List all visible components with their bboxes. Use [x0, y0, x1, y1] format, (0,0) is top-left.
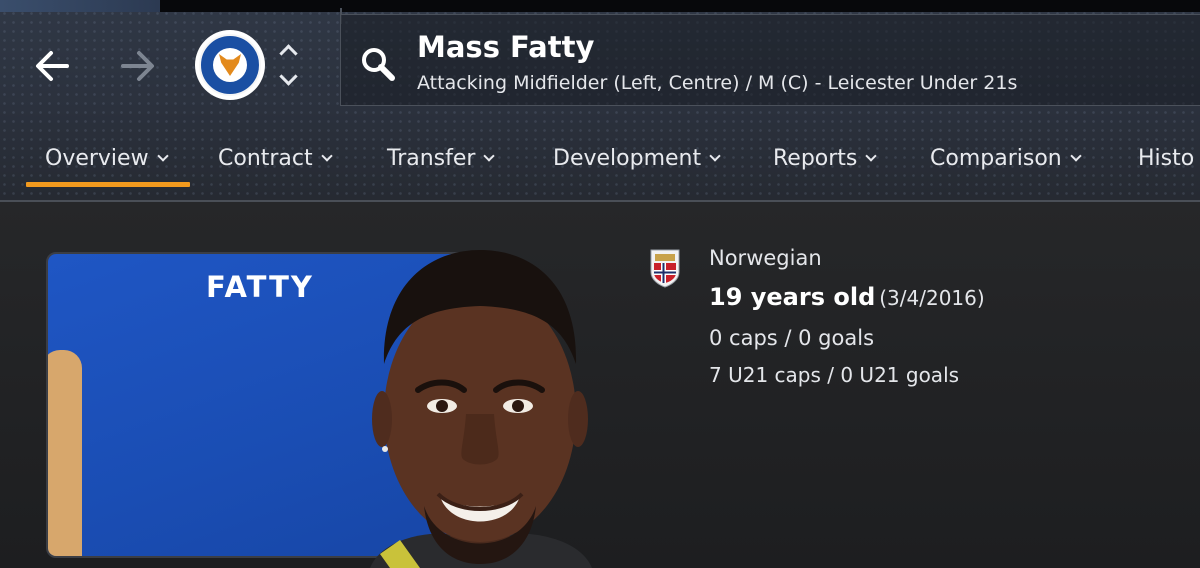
nationality: Norwegian — [709, 246, 822, 270]
tab-label: Transfer — [387, 145, 476, 171]
top-strip — [160, 0, 1200, 12]
club-badge[interactable] — [195, 30, 265, 100]
player-profile-page: Mass Fatty Attacking Midfielder (Left, C… — [0, 0, 1200, 568]
player-portrait — [370, 250, 592, 568]
chevron-down-icon[interactable] — [278, 67, 298, 86]
norway-flag-icon — [650, 249, 680, 288]
tab-contract[interactable]: Contract — [218, 138, 333, 178]
tab-reports[interactable]: Reports — [773, 138, 878, 178]
top-strip-accent — [0, 0, 160, 12]
chevron-up-icon[interactable] — [278, 44, 298, 63]
arrow-left-icon — [36, 51, 69, 81]
chevron-down-icon — [1070, 150, 1082, 162]
tab-transfer[interactable]: Transfer — [387, 138, 496, 178]
active-tab-indicator — [26, 182, 190, 187]
forward-button[interactable] — [116, 44, 160, 88]
club-switcher[interactable] — [276, 42, 300, 88]
player-name: Mass Fatty — [417, 30, 595, 64]
player-position-club: Attacking Midfielder (Left, Centre) / M … — [417, 72, 1018, 94]
u21-caps: 7 U21 caps / 0 U21 goals — [709, 363, 960, 387]
tab-bar: Overview Contract Transfer Development R… — [0, 138, 1200, 184]
tab-history[interactable]: Histo — [1138, 138, 1194, 178]
arrow-right-icon — [121, 51, 154, 81]
chevron-down-icon — [709, 150, 721, 162]
date-of-birth: (3/4/2016) — [879, 286, 985, 310]
tab-label: Development — [553, 145, 702, 171]
chevron-down-icon — [156, 150, 169, 162]
fox-icon-holder — [213, 48, 247, 82]
player-age: 19 years old — [709, 283, 876, 311]
back-button[interactable] — [30, 44, 74, 88]
tab-overview[interactable]: Overview — [45, 138, 169, 178]
tab-label: Comparison — [930, 145, 1062, 171]
senior-caps: 0 caps / 0 goals — [709, 326, 875, 350]
search-icon[interactable] — [358, 44, 398, 84]
fox-icon — [219, 54, 241, 76]
tab-label: Reports — [773, 145, 858, 171]
age-line: 19 years old (3/4/2016) — [709, 283, 985, 311]
chevron-down-icon — [320, 150, 333, 162]
tab-label: Histo — [1138, 145, 1195, 171]
chevron-down-icon — [865, 150, 878, 162]
tab-label: Overview — [45, 145, 149, 171]
tab-label: Contract — [218, 145, 313, 171]
kit-arm — [48, 350, 82, 556]
kit-name: FATTY — [206, 270, 314, 304]
chevron-down-icon — [483, 150, 496, 162]
tab-comparison[interactable]: Comparison — [930, 138, 1082, 178]
club-badge-ring — [199, 34, 261, 96]
tab-development[interactable]: Development — [553, 138, 721, 178]
